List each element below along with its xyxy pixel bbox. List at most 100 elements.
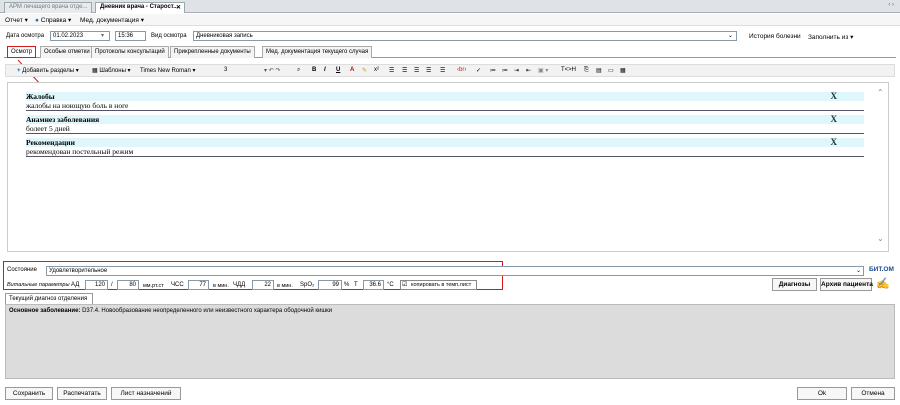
table-icon[interactable]: ▦ [620, 67, 626, 74]
time-field[interactable]: 15:36 [115, 31, 146, 41]
tab-attached-documents[interactable]: Прикрепленные документы [170, 46, 255, 58]
chevron-left-right-icon[interactable]: ‹ › [888, 2, 894, 8]
tab-current-diagnosis[interactable]: Текущий диагноз отделения [5, 293, 93, 304]
bold-button[interactable]: B [312, 67, 316, 73]
close-icon[interactable]: ✕ [176, 4, 181, 11]
temp-input[interactable]: 36.6 [363, 280, 384, 290]
align-justify-icon[interactable]: ☰ [440, 67, 445, 74]
menu-report-label: Отчет [5, 17, 23, 24]
line-break-icon[interactable]: ‹br› [457, 67, 466, 73]
type-label: Вид осмотра [151, 33, 187, 39]
bp-separator: / [111, 282, 113, 288]
tab-arm-doctor-label: АРМ лечащего врача отде... [9, 4, 88, 10]
remove-section-icon[interactable]: X [831, 137, 838, 147]
hr-unit: в мин. [213, 283, 229, 289]
section-text-recommendations[interactable]: рекомендован постельный режим [26, 147, 864, 157]
tab-consultation-protocols[interactable]: Протоколы консультаций [91, 46, 169, 58]
html-toggle-button[interactable]: T<>H [561, 67, 576, 73]
spo2-input[interactable]: 99 [318, 280, 342, 290]
size-select[interactable]: 3 [224, 67, 227, 73]
indent-icon[interactable]: ⇥ [514, 67, 519, 74]
diagnosis-panel: Основное заболевание: D37.4. Новообразов… [5, 304, 895, 379]
ordered-list-icon[interactable]: ≔ [490, 67, 496, 74]
section-text-complaints[interactable]: жалобы на ноющую боль в ноге [26, 101, 864, 111]
bp-systolic-input[interactable]: 120 [85, 280, 108, 290]
menu-help[interactable]: ● Справка ▾ [35, 16, 71, 24]
menu-bar: Отчет ▾ ● Справка ▾ Мед. документация ▾ [0, 14, 900, 26]
align-left-icon[interactable]: ☰ [402, 67, 407, 74]
save-button[interactable]: Сохранить [5, 387, 53, 400]
add-sections-button[interactable]: + Добавить разделы ▾ [17, 67, 79, 74]
image-icon[interactable]: ▭ [608, 67, 614, 74]
temp-label: T [354, 282, 358, 288]
copy-to-chart-checkbox[interactable]: ☑ копировать в темп.лист [400, 280, 477, 290]
bp-diastolic-input[interactable]: 80 [117, 280, 139, 290]
bp-label: АД [71, 282, 80, 288]
hr-input[interactable]: 77 [188, 280, 209, 290]
type-select[interactable]: Дневниковая запись ⌄ [193, 31, 737, 41]
font-select[interactable]: Times New Roman ▾ [140, 67, 195, 74]
undo-redo-icon[interactable]: ▾ ↶ ↷ [264, 67, 280, 74]
tab-special-marks[interactable]: Особые отметки [40, 46, 94, 58]
print-button[interactable]: Распечатать [57, 387, 107, 400]
scroll-up-icon[interactable]: ⌃ [877, 88, 884, 97]
cancel-button[interactable]: Отмена [851, 387, 895, 400]
scroll-down-icon[interactable]: ⌄ [877, 234, 884, 243]
type-select-value: Дневниковая запись [196, 33, 253, 39]
tab-current-case-docs[interactable]: Мед. документация текущего случая [262, 46, 373, 58]
section-header-recommendations: Рекомендации X [26, 137, 864, 147]
highlight-icon[interactable]: ✎ [362, 67, 367, 74]
justify-icon[interactable]: ☰ [389, 67, 394, 74]
tab-examination[interactable]: Осмотр [7, 46, 37, 58]
font-select-value: Times New Roman [140, 68, 191, 74]
diagnoses-button[interactable]: Диагнозы [772, 278, 817, 291]
outdent-icon[interactable]: ⇤ [526, 67, 531, 74]
chevron-down-icon: ⌄ [855, 268, 861, 274]
remove-section-icon[interactable]: X [831, 91, 838, 101]
section-header-anamnesis: Анамнез заболевания X [26, 114, 864, 124]
fill-from-dropdown[interactable]: Заполнить из ▾ [808, 33, 853, 41]
diagnosis-label: Основное заболевание: [9, 308, 81, 314]
subtab-strip: Осмотр Особые отметки Протоколы консульт… [4, 46, 896, 58]
spellcheck-icon[interactable]: ✓ [476, 67, 481, 74]
section-text-anamnesis[interactable]: болеет 5 дней [26, 124, 864, 134]
add-sections-label: Добавить разделы [22, 68, 75, 74]
hr-label: ЧСС [171, 282, 184, 288]
ok-button[interactable]: Ok [797, 387, 847, 400]
templates-button[interactable]: ▦ Шаблоны ▾ [92, 67, 131, 74]
checkbox-checked-icon: ☑ [402, 282, 408, 288]
tab-doctor-diary[interactable]: Дневник врача - Старост... ✕ [95, 2, 185, 13]
tab-doctor-diary-label: Дневник врача - Старост... [100, 4, 179, 10]
paste-icon[interactable]: ▤ [596, 67, 602, 74]
binoculars-icon[interactable]: ⌕ [297, 67, 300, 74]
bullet-list-icon[interactable]: ≔ [502, 67, 508, 74]
tab-arm-doctor[interactable]: АРМ лечащего врача отде... [4, 2, 92, 13]
italic-button[interactable]: I [324, 67, 326, 73]
rr-input[interactable]: 22 [252, 280, 274, 290]
superscript-icon[interactable]: x² [374, 67, 379, 73]
state-select[interactable]: Удовлетворительное ⌄ [46, 266, 864, 276]
menu-help-label: Справка [40, 17, 67, 24]
help-icon: ● [35, 17, 39, 24]
copy-icon[interactable]: ⎘ [584, 67, 589, 74]
state-label: Состояние [7, 267, 37, 273]
chevron-down-icon: ⌄ [727, 33, 733, 39]
font-color-icon[interactable]: A [350, 67, 354, 73]
section-title: Анамнез заболевания [26, 115, 100, 124]
patient-archive-button[interactable]: Архив пациента [820, 278, 873, 291]
prescriptions-button[interactable]: Лист назначений [111, 387, 181, 400]
color-picker-icon[interactable]: ▣ ▾ [538, 67, 548, 74]
underline-button[interactable]: U [336, 67, 340, 73]
edit-document-icon[interactable]: ✍ [876, 277, 890, 290]
align-right-icon[interactable]: ☰ [426, 67, 431, 74]
menu-report[interactable]: Отчет ▾ [5, 16, 28, 24]
state-select-value: Удовлетворительное [49, 268, 108, 274]
calendar-dropdown-icon[interactable]: ▾ [101, 32, 104, 39]
diagnosis-value: D37.4. Новообразование неопределенного и… [82, 308, 333, 314]
align-center-icon[interactable]: ☰ [414, 67, 419, 74]
remove-section-icon[interactable]: X [831, 114, 838, 124]
editor-toolbar: + Добавить разделы ▾ ▦ Шаблоны ▾ Times N… [5, 64, 895, 77]
history-button[interactable]: История болезни [749, 33, 801, 40]
menu-med-docs[interactable]: Мед. документация ▾ [80, 16, 144, 24]
bp-unit: мм.рт.ст [143, 283, 164, 289]
